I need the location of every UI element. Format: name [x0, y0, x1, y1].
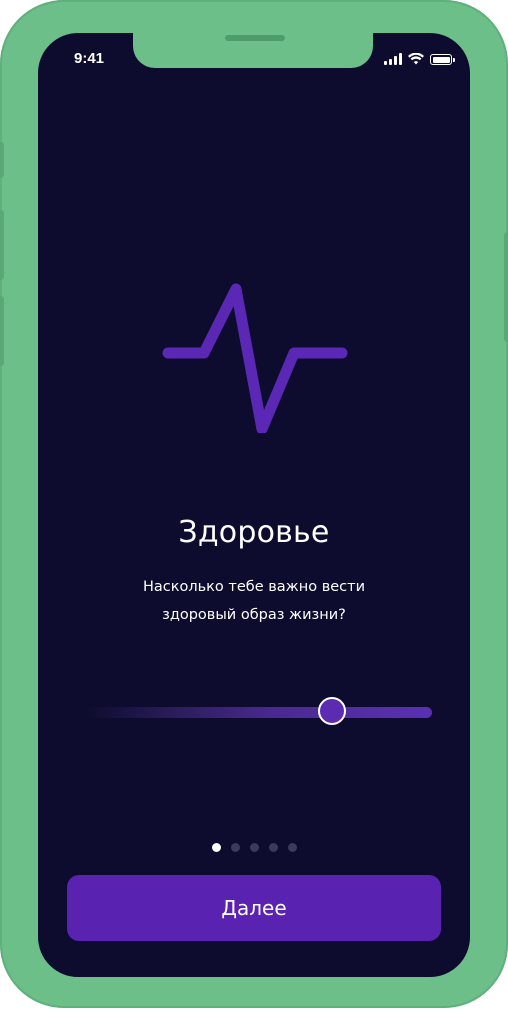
page-dot-2[interactable]	[230, 843, 240, 852]
page-title: Здоровье	[178, 515, 330, 550]
volume-up-button	[0, 210, 4, 280]
wifi-icon	[408, 53, 424, 65]
page-dot-3[interactable]	[249, 843, 259, 852]
app-screen: 9:41 Здоровье Насколько тебе важно вести…	[38, 33, 470, 977]
importance-slider[interactable]	[86, 695, 432, 731]
battery-icon	[430, 54, 455, 65]
pagination-dots	[38, 843, 470, 852]
next-button-label: Далее	[221, 896, 287, 920]
mute-switch	[0, 142, 4, 178]
phone-frame: 9:41 Здоровье Насколько тебе важно вести…	[0, 0, 508, 1008]
page-subtitle: Насколько тебе важно вести здоровый обра…	[78, 573, 430, 629]
subtitle-line-2: здоровый образ жизни?	[162, 607, 346, 623]
speaker-grille	[225, 35, 285, 41]
power-button	[504, 232, 508, 342]
status-icons	[384, 51, 455, 65]
subtitle-line-1: Насколько тебе важно вести	[142, 579, 366, 595]
status-time: 9:41	[74, 50, 105, 67]
page-dot-5[interactable]	[287, 843, 297, 852]
slider-track[interactable]	[86, 707, 432, 718]
signal-icon	[384, 53, 402, 65]
notch	[133, 33, 373, 68]
page-dot-4[interactable]	[268, 843, 278, 852]
pulse-icon	[162, 283, 348, 433]
next-button[interactable]: Далее	[67, 875, 441, 941]
slider-thumb[interactable]	[318, 697, 346, 725]
page-dot-1[interactable]	[211, 843, 221, 852]
volume-down-button	[0, 296, 4, 366]
